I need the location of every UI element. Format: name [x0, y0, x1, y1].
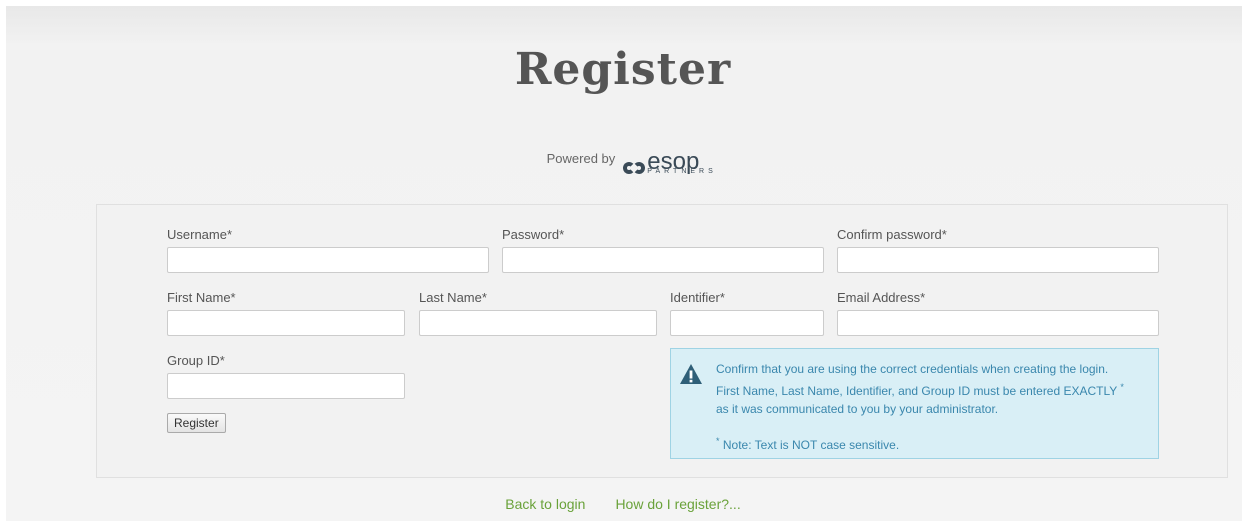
alert-note: * Note: Text is NOT case sensitive. [716, 432, 899, 454]
first-name-label: First Name* [167, 290, 236, 305]
footer-links: Back to login How do I register?... [0, 496, 1246, 512]
identifier-input[interactable] [670, 310, 824, 336]
page-title: Register [514, 44, 732, 95]
esop-logo-mark-icon [623, 162, 646, 174]
email-input[interactable] [837, 310, 1159, 336]
credentials-alert: Confirm that you are using the correct c… [670, 348, 1159, 459]
alert-line-1: Confirm that you are using the correct c… [716, 362, 1109, 376]
alert-message: Confirm that you are using the correct c… [716, 360, 1146, 418]
powered-by-label: Powered by [546, 150, 616, 166]
esop-partners-logo: esop PARTNERS [623, 142, 713, 175]
alert-line-2-text: First Name, Last Name, Identifier, and G… [716, 384, 1118, 398]
brand-subtitle: PARTNERS [647, 168, 717, 175]
last-name-label: Last Name* [419, 290, 487, 305]
alert-line-2: First Name, Last Name, Identifier, and G… [716, 378, 1146, 400]
email-label: Email Address* [837, 290, 926, 305]
confirm-password-label: Confirm password* [837, 227, 947, 242]
username-input[interactable] [167, 247, 489, 273]
alert-line-3: as it was communicated to you by your ad… [716, 402, 999, 416]
group-id-input[interactable] [167, 373, 405, 399]
password-input[interactable] [502, 247, 824, 273]
first-name-input[interactable] [167, 310, 405, 336]
last-name-input[interactable] [419, 310, 657, 336]
powered-by: Powered by esop PARTNERS [0, 142, 1246, 176]
how-to-register-link[interactable]: How do I register?... [615, 496, 740, 512]
username-label: Username* [167, 227, 233, 242]
confirm-password-input[interactable] [837, 247, 1159, 273]
warning-icon [680, 364, 702, 384]
identifier-label: Identifier* [670, 290, 725, 305]
register-button[interactable]: Register [167, 413, 226, 433]
group-id-label: Group ID* [167, 353, 225, 368]
back-to-login-link[interactable]: Back to login [505, 496, 585, 512]
alert-line-2-star: * [1120, 382, 1124, 392]
alert-note-star: * [716, 436, 720, 446]
alert-note-text: Note: Text is NOT case sensitive. [722, 438, 900, 452]
password-label: Password* [502, 227, 565, 242]
